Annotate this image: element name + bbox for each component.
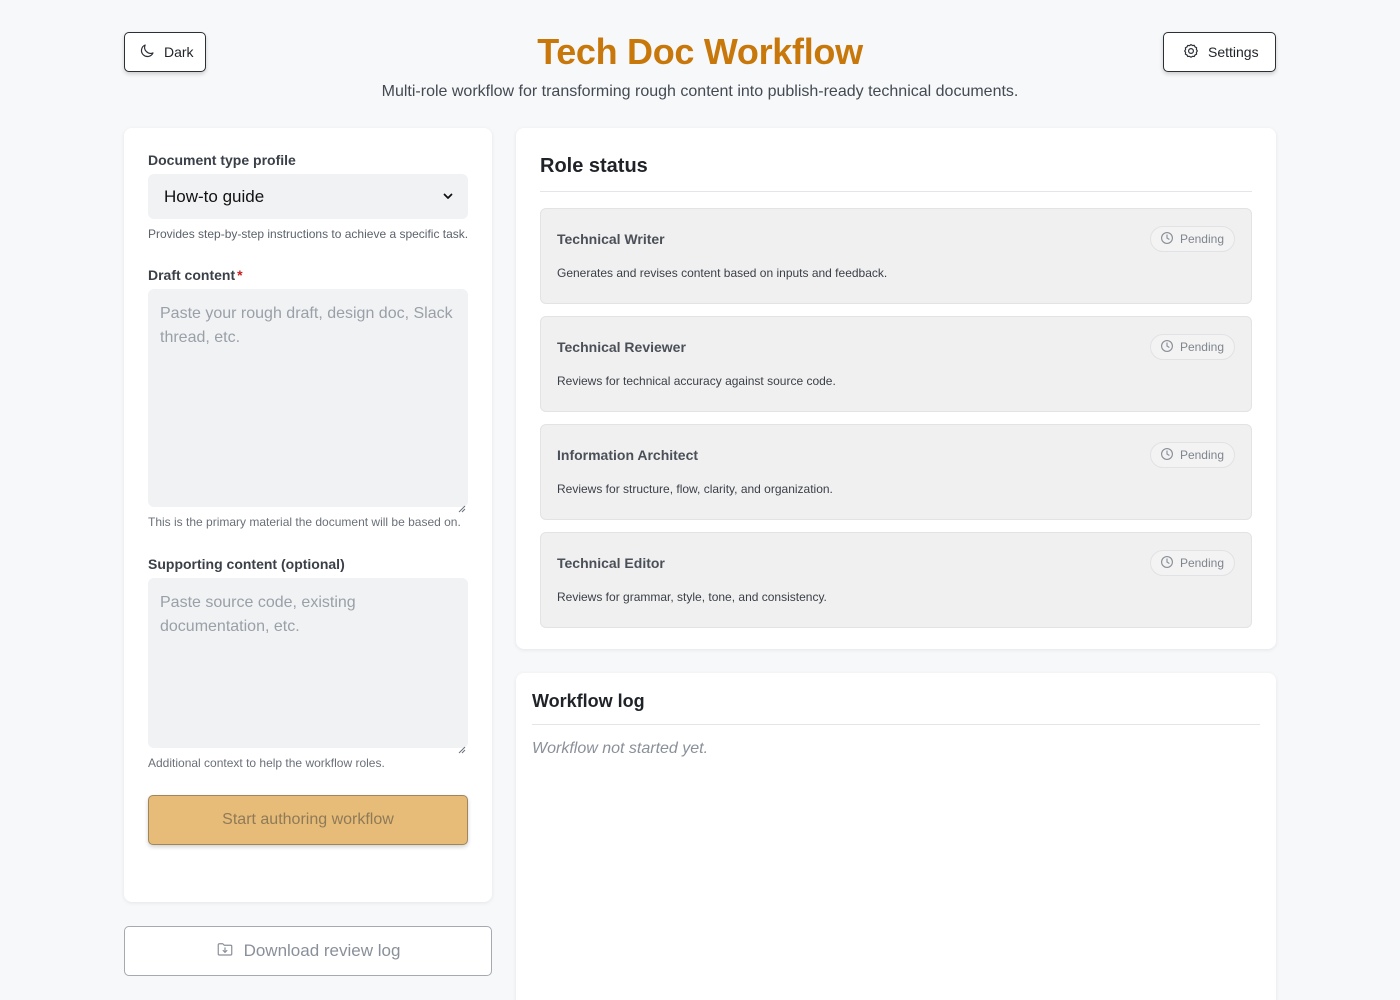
supporting-label: Supporting content (optional) [148,556,345,572]
role-description: Reviews for structure, flow, clarity, an… [557,482,833,496]
status-text: Pending [1179,340,1224,354]
settings-button[interactable]: Settings [1163,32,1276,72]
gear-icon [1182,42,1200,63]
status-badge: Pending [1149,442,1235,468]
supporting-help: Additional context to help the workflow … [148,756,385,770]
clock-icon [1160,447,1174,464]
resize-grip-icon[interactable] [458,497,466,513]
clock-icon [1160,231,1174,248]
status-text: Pending [1179,448,1224,462]
chevron-down-icon [442,187,454,207]
role-description: Generates and revises content based on i… [557,266,888,280]
draft-help: This is the primary material the documen… [148,515,461,529]
supporting-placeholder: Paste source code, existing documentatio… [160,594,356,635]
role-description: Reviews for technical accuracy against s… [557,374,836,388]
page-subtitle: Multi-role workflow for transforming rou… [381,83,1019,100]
workflow-log-card: Workflow log Workflow not started yet. [516,673,1276,1000]
role-item-technical-reviewer: Technical Reviewer Reviews for technical… [540,316,1252,412]
download-label: Download review log [243,941,401,960]
workflow-log-empty: Workflow not started yet. [532,740,709,757]
clock-icon [1160,555,1174,572]
status-text: Pending [1179,232,1224,246]
role-item-technical-editor: Technical Editor Reviews for grammar, st… [540,532,1252,628]
draft-content-textarea[interactable]: Paste your rough draft, design doc, Slac… [148,289,468,513]
clock-icon [1160,339,1174,356]
status-badge: Pending [1149,550,1235,576]
status-badge: Pending [1149,334,1235,360]
divider [532,724,1260,725]
role-status-title: Role status [540,155,648,177]
page: Dark Tech Doc Workflow Multi-role workfl… [0,0,1400,1000]
doc-type-value: How-to guide [164,186,265,206]
role-item-information-architect: Information Architect Reviews for struct… [540,424,1252,520]
status-badge: Pending [1149,226,1235,252]
download-review-log-button[interactable]: Download review log [124,926,492,976]
supporting-content-textarea[interactable]: Paste source code, existing documentatio… [148,578,468,754]
role-item-technical-writer: Technical Writer Generates and revises c… [540,208,1252,304]
workflow-log-title: Workflow log [532,691,645,711]
role-name: Technical Editor [557,555,665,571]
role-name: Technical Reviewer [557,339,686,355]
role-status-card: Role status Technical Writer Generates a… [516,128,1276,649]
doc-type-help: Provides step-by-step instructions to ac… [148,227,469,241]
doc-type-label: Document type profile [148,152,296,168]
resize-grip-icon[interactable] [458,738,466,754]
download-folder-icon [216,940,234,963]
draft-placeholder: Paste your rough draft, design doc, Slac… [160,305,453,346]
required-mark: * [237,267,243,283]
draft-label: Draft content * [148,267,468,283]
role-name: Information Architect [557,447,699,463]
divider [540,191,1252,192]
status-text: Pending [1179,556,1224,570]
draft-label-text: Draft content [148,267,236,283]
start-workflow-button[interactable]: Start authoring workflow [148,795,468,845]
input-form-card: Document type profile How-to guide Provi… [124,128,492,902]
role-description: Reviews for grammar, style, tone, and co… [557,590,827,604]
settings-label: Settings [1208,44,1259,60]
role-name: Technical Writer [557,231,665,247]
doc-type-select[interactable]: How-to guide [148,174,468,219]
